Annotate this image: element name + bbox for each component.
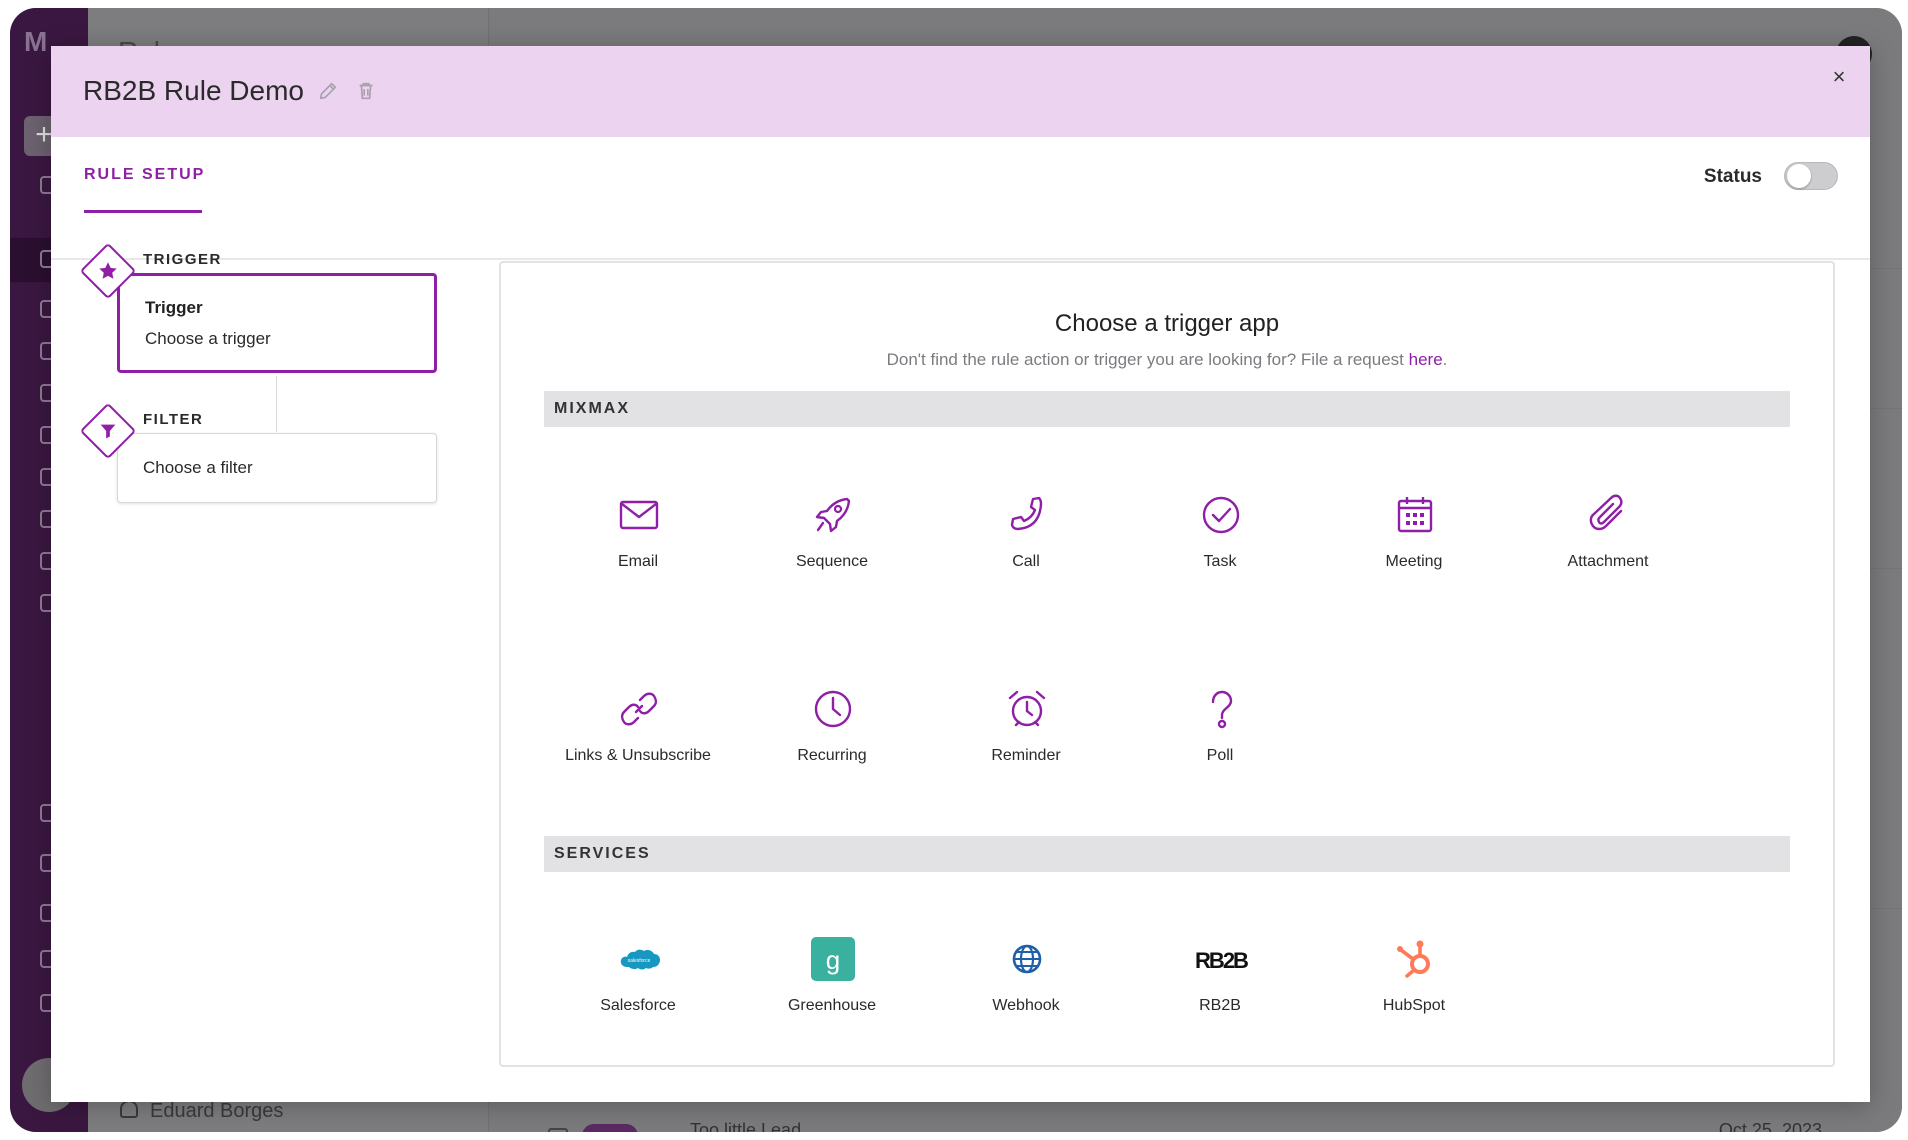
app-poll[interactable]: Poll xyxy=(1123,687,1317,817)
filter-step-label: FILTER xyxy=(143,411,204,428)
trigger-step-label: TRIGGER xyxy=(143,251,222,268)
rule-modal: RB2B Rule Demo × RULE SETUP Status Trigg… xyxy=(51,46,1870,1102)
filter-card[interactable]: Choose a filter xyxy=(117,433,437,503)
row-date: Oct 25, 2023 xyxy=(1718,1120,1822,1132)
app-label: Reminder xyxy=(991,747,1061,764)
app-label: Recurring xyxy=(797,747,867,764)
chooser-subtitle: Don't find the rule action or trigger yo… xyxy=(501,350,1833,370)
user-icon xyxy=(120,1100,138,1118)
rb2b-logo: RB2B xyxy=(1195,948,1250,973)
clock-icon xyxy=(814,690,852,728)
status-label: Status xyxy=(1703,166,1762,187)
app-rb2b[interactable]: RB2B RB2B xyxy=(1123,937,1317,1067)
salesforce-logo-text: salesforce xyxy=(628,958,651,964)
app-label: Attachment xyxy=(1567,553,1649,570)
hubspot-logo xyxy=(1397,940,1430,978)
section-services-label: SERVICES xyxy=(554,845,651,862)
section-mixmax-label: MIXMAX xyxy=(554,400,630,417)
app-label: Task xyxy=(1203,553,1237,570)
modal-header: RB2B Rule Demo × xyxy=(51,46,1870,137)
app-email[interactable]: Email xyxy=(541,493,735,623)
app-sequence[interactable]: Sequence xyxy=(735,493,929,623)
alarm-clock-icon xyxy=(1008,690,1046,727)
check-circle-icon xyxy=(1202,496,1240,534)
chooser-subtitle-text: Don't find the rule action or trigger yo… xyxy=(886,350,1409,369)
modal-title: RB2B Rule Demo xyxy=(83,75,304,106)
section-mixmax: MIXMAX xyxy=(544,391,1790,427)
trigger-card-title: Trigger xyxy=(145,298,203,317)
user-name: Eduard Borges xyxy=(150,1100,284,1122)
envelope-icon xyxy=(619,500,659,530)
globe-icon xyxy=(1012,944,1042,974)
request-link[interactable]: here xyxy=(1409,350,1443,369)
step-connector xyxy=(276,376,277,432)
rb2b-logo-text: RB2B xyxy=(1195,948,1248,973)
phone-icon xyxy=(1010,496,1043,531)
app-hubspot[interactable]: HubSpot xyxy=(1317,937,1511,1067)
app-reminder[interactable]: Reminder xyxy=(929,687,1123,817)
app-webhook[interactable]: Webhook xyxy=(929,937,1123,1067)
trigger-app-chooser: Choose a trigger app Don't find the rule… xyxy=(499,261,1835,1067)
greenhouse-logo-text: g xyxy=(826,945,840,975)
calendar-icon xyxy=(1397,497,1433,533)
app-label: Webhook xyxy=(992,997,1060,1014)
row-text: Too little Lead xyxy=(690,1120,802,1132)
trash-icon[interactable] xyxy=(355,80,377,102)
app-salesforce[interactable]: salesforce Salesforce xyxy=(541,937,735,1067)
status-toggle[interactable] xyxy=(1784,162,1838,190)
app-label: HubSpot xyxy=(1382,997,1446,1014)
row-checkbox[interactable] xyxy=(548,1128,568,1132)
app-task[interactable]: Task xyxy=(1123,493,1317,623)
app-links-unsubscribe[interactable]: Links & Unsubscribe xyxy=(541,687,735,817)
filter-card-subtitle: Choose a filter xyxy=(143,458,253,477)
toggle-knob xyxy=(1787,164,1811,188)
app-label: Meeting xyxy=(1385,553,1443,570)
app-logo: M xyxy=(24,26,47,57)
rocket-icon xyxy=(815,497,851,533)
edit-icon[interactable] xyxy=(317,80,339,102)
question-icon xyxy=(1211,690,1233,729)
star-icon xyxy=(99,262,117,279)
link-icon xyxy=(620,692,658,726)
trigger-card[interactable]: Trigger Choose a trigger xyxy=(117,273,437,373)
tab-rule-setup[interactable]: RULE SETUP xyxy=(84,166,205,184)
chooser-subtitle-suffix: . xyxy=(1442,350,1448,369)
row-toggle[interactable] xyxy=(582,1124,638,1132)
greenhouse-logo: g xyxy=(811,937,855,981)
app-label: Poll xyxy=(1206,747,1234,764)
tab-bar xyxy=(51,137,1870,260)
app-attachment[interactable]: Attachment xyxy=(1511,493,1705,623)
salesforce-logo: salesforce xyxy=(620,949,660,970)
app-label: Salesforce xyxy=(600,997,676,1014)
paperclip-icon xyxy=(1589,494,1623,531)
chooser-title: Choose a trigger app xyxy=(1054,310,1280,337)
filter-icon xyxy=(100,424,116,439)
app-greenhouse[interactable]: g Greenhouse xyxy=(735,937,929,1067)
app-call[interactable]: Call xyxy=(929,493,1123,623)
app-label: RB2B xyxy=(1199,997,1241,1014)
app-label: Greenhouse xyxy=(787,997,877,1014)
app-meeting[interactable]: Meeting xyxy=(1317,493,1511,623)
app-label: Sequence xyxy=(795,553,869,570)
background-user: Eduard Borges xyxy=(120,1100,283,1123)
app-label: Links & Unsubscribe xyxy=(565,747,711,764)
app-label: Email xyxy=(617,553,658,570)
trigger-card-subtitle: Choose a trigger xyxy=(145,329,271,348)
app-label: Call xyxy=(1012,553,1040,570)
app-recurring[interactable]: Recurring xyxy=(735,687,929,817)
section-services: SERVICES xyxy=(544,836,1790,872)
active-tab-indicator xyxy=(84,210,202,213)
close-button[interactable]: × xyxy=(1824,62,1854,92)
